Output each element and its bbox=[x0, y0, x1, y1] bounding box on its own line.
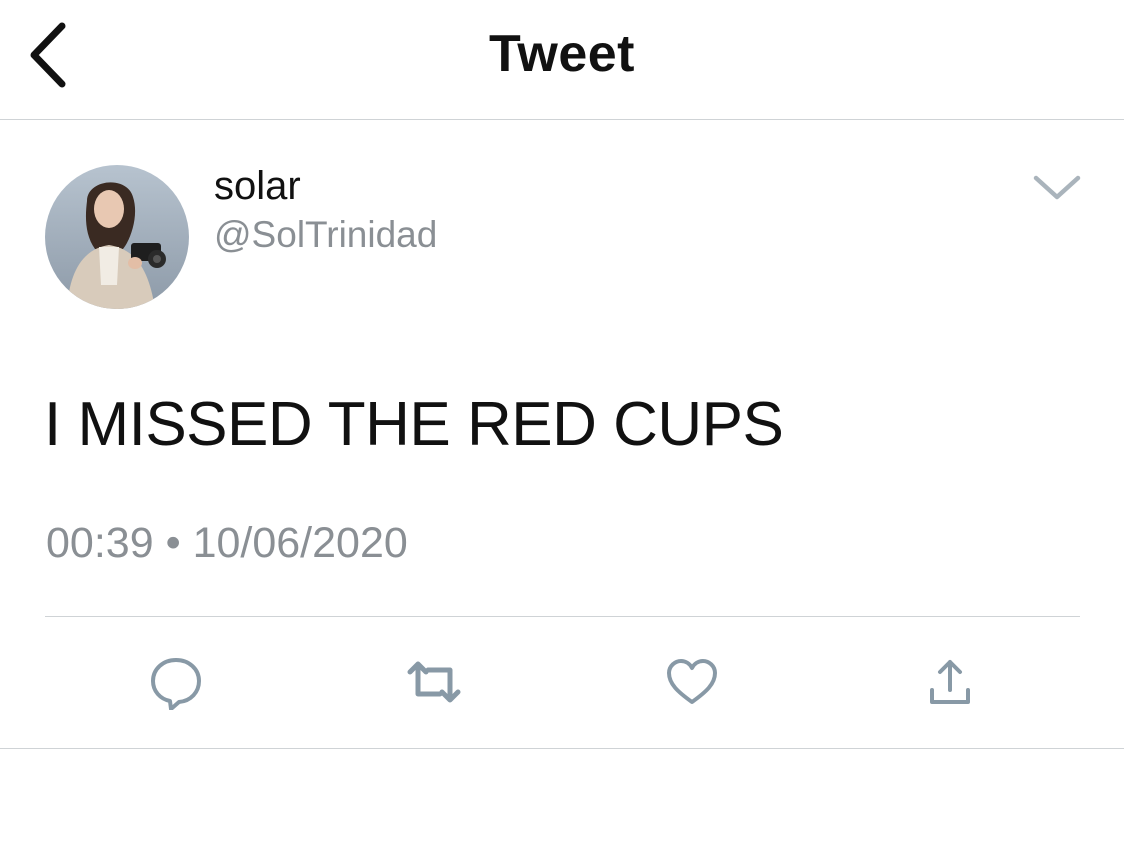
like-button[interactable] bbox=[660, 650, 724, 714]
retweet-icon bbox=[407, 661, 461, 703]
tweet-detail-screen: Tweet solar @SolTrinidad I MISSED THE RE… bbox=[0, 0, 1124, 855]
avatar-photo bbox=[45, 165, 189, 309]
chevron-down-icon bbox=[1033, 175, 1081, 200]
divider bbox=[45, 616, 1080, 617]
timestamp-separator: • bbox=[165, 519, 181, 567]
page-title: Tweet bbox=[488, 25, 635, 83]
nav-header: Tweet bbox=[0, 0, 1124, 120]
tweet-timestamp: 00:39 • 10/06/2020 bbox=[46, 516, 408, 570]
heart-icon bbox=[667, 659, 717, 704]
author-handle[interactable]: @SolTrinidad bbox=[214, 212, 437, 258]
tweet-bottom-divider bbox=[0, 748, 1124, 749]
tweet-time: 00:39 bbox=[46, 519, 154, 567]
tweet-date: 10/06/2020 bbox=[192, 519, 408, 567]
retweet-button[interactable] bbox=[402, 650, 466, 714]
author-display-name[interactable]: solar bbox=[214, 162, 301, 210]
tweet-options-button[interactable] bbox=[1028, 165, 1086, 211]
tweet-text: I MISSED THE RED CUPS bbox=[44, 390, 784, 459]
reply-button[interactable] bbox=[144, 650, 208, 714]
reply-bubble-icon bbox=[151, 658, 201, 710]
avatar[interactable] bbox=[45, 165, 189, 309]
share-upload-icon bbox=[930, 660, 970, 704]
share-button[interactable] bbox=[918, 650, 982, 714]
